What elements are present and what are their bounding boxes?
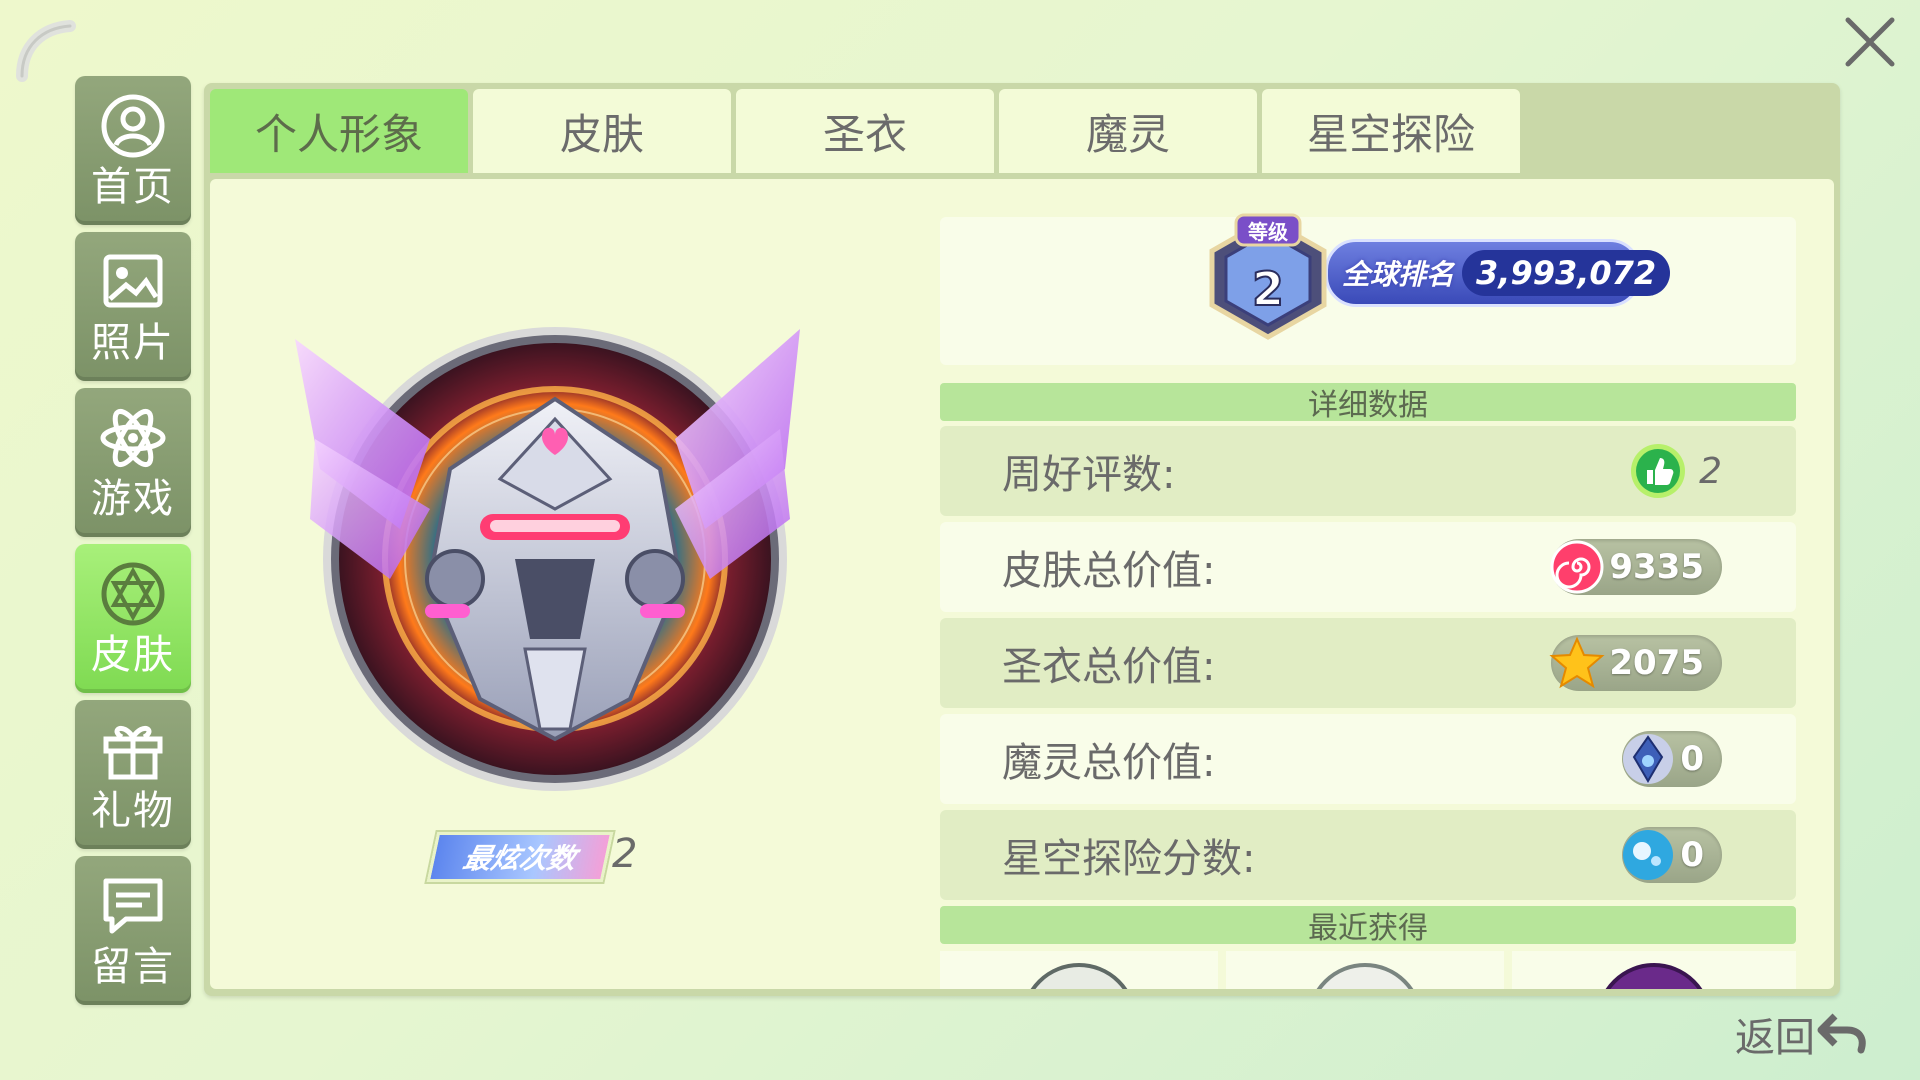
sidebar-item-messages[interactable]: 留言	[75, 856, 191, 1005]
sidebar-item-label: 游戏	[91, 475, 175, 522]
stat-pill: 0	[1622, 731, 1722, 787]
photo-icon	[103, 254, 163, 307]
recent-item-image	[1605, 963, 1703, 989]
stat-pill: 9335	[1550, 539, 1722, 595]
cheer-count-value: 2	[612, 831, 638, 877]
sidebar-item-games[interactable]: 游戏	[75, 388, 191, 537]
sidebar-item-label: 礼物	[91, 787, 175, 834]
tab-holy-armor[interactable]: 圣衣	[736, 89, 994, 173]
user-circle-icon	[101, 94, 165, 157]
stat-value: 9335	[1609, 547, 1704, 587]
recent-section-title: 最近获得	[940, 906, 1796, 946]
stat-value: 0	[1680, 739, 1704, 779]
sidebar-item-photos[interactable]: 照片	[75, 232, 191, 381]
profile-panel: 个人形象 皮肤 圣衣 魔灵 星空探险 最炫次数 2 全球排名 3,993,072…	[204, 83, 1840, 996]
sidebar-item-home[interactable]: 首页	[75, 76, 191, 225]
stat-pill: 2075	[1549, 635, 1722, 691]
gift-icon	[103, 725, 163, 779]
stat-row-star-exploration-score: 星空探险分数: 0	[940, 810, 1796, 900]
sidebar-item-skins[interactable]: 皮肤	[75, 544, 191, 693]
global-rank-bar: 全球排名 3,993,072	[1325, 239, 1671, 307]
level-badge-icon: 等级 2	[1209, 213, 1327, 340]
tab-content: 最炫次数 2 全球排名 3,993,072 等级 2 详细数据 周好评数: 2 …	[210, 179, 1834, 989]
level-value: 2	[1252, 262, 1284, 316]
close-icon[interactable]	[1838, 10, 1902, 74]
recent-item-card[interactable]	[1226, 951, 1504, 989]
sidebar-item-label: 留言	[91, 943, 175, 990]
back-button[interactable]: 返回	[1735, 1005, 1871, 1063]
message-icon	[103, 878, 163, 933]
back-label: 返回	[1735, 1015, 1815, 1061]
cheer-count-label: 最炫次数	[426, 832, 614, 882]
recent-item-card[interactable]	[940, 951, 1218, 989]
tab-profile-image[interactable]: 个人形象	[210, 89, 468, 173]
stat-value: 2075	[1609, 643, 1704, 683]
candy-swirl-icon	[1550, 540, 1604, 594]
stat-row-holy-armor-value: 圣衣总价值: 2075	[940, 618, 1796, 708]
stat-label: 魔灵总价值:	[1002, 740, 1216, 786]
recent-item-image	[1316, 963, 1414, 989]
avatar-image	[295, 327, 800, 791]
details-section-title: 详细数据	[940, 383, 1796, 423]
back-arrow-icon	[1817, 1013, 1866, 1054]
sidebar-item-label: 首页	[91, 163, 175, 210]
tab-spirits[interactable]: 魔灵	[999, 89, 1257, 173]
stat-label: 皮肤总价值:	[1002, 548, 1216, 594]
spirit-crystal-icon	[1623, 734, 1674, 784]
stat-label: 周好评数:	[1002, 452, 1176, 498]
weekly-likes: 2	[1629, 442, 1722, 500]
star-icon	[1549, 636, 1605, 689]
sidebar-item-gifts[interactable]: 礼物	[75, 700, 191, 849]
cheer-count-badge: 最炫次数 2	[420, 826, 660, 882]
app-logo-icon	[16, 20, 76, 82]
tab-star-exploration[interactable]: 星空探险	[1262, 89, 1520, 173]
skin-ring-icon	[101, 562, 165, 625]
level-label: 等级	[1248, 220, 1288, 244]
stat-label: 星空探险分数:	[1002, 836, 1256, 882]
sidebar-item-label: 皮肤	[91, 631, 175, 678]
tab-bar: 个人形象 皮肤 圣衣 魔灵 星空探险	[210, 89, 1525, 173]
planet-icon	[1623, 830, 1674, 880]
sidebar-item-label: 照片	[91, 319, 175, 366]
rank-box: 全球排名 3,993,072 等级 2	[940, 213, 1796, 365]
global-rank-value: 3,993,072	[1462, 250, 1671, 296]
thumbs-up-icon	[1631, 444, 1686, 498]
stat-value: 0	[1680, 835, 1704, 875]
stat-row-skin-value: 皮肤总价值: 9335	[940, 522, 1796, 612]
stat-value: 2	[1699, 450, 1722, 492]
stat-label: 圣衣总价值:	[1002, 644, 1216, 690]
atom-icon	[100, 408, 166, 467]
stat-row-spirit-value: 魔灵总价值: 0	[940, 714, 1796, 804]
sidebar: 首页 照片 游戏 皮肤 礼物 留言	[75, 76, 191, 1012]
global-rank-label: 全球排名	[1342, 258, 1455, 291]
recent-item-card[interactable]	[1512, 951, 1796, 989]
stat-row-weekly-likes: 周好评数: 2	[940, 426, 1796, 516]
tab-skins[interactable]: 皮肤	[473, 89, 731, 173]
recent-item-image	[1030, 963, 1128, 989]
stat-pill: 0	[1622, 827, 1722, 883]
